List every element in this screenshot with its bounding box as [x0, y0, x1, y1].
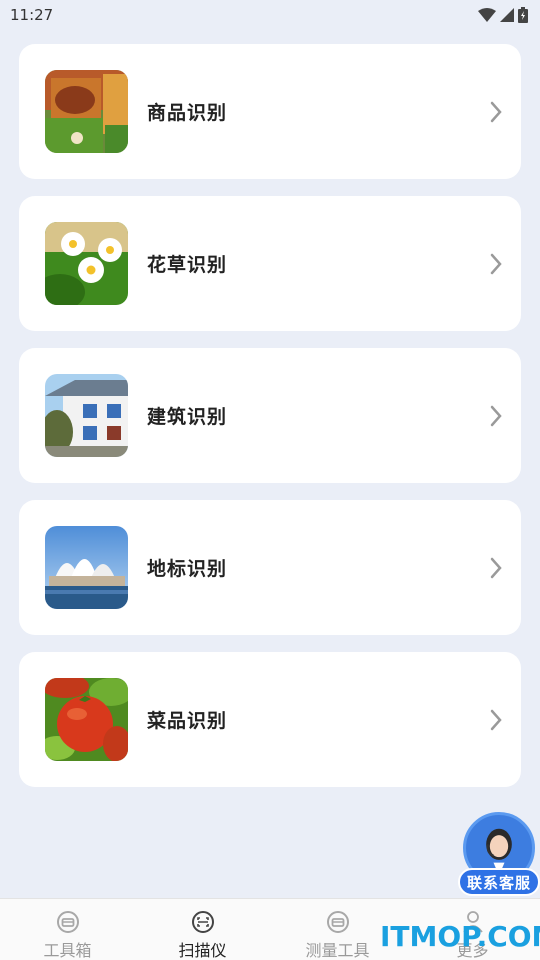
flower-photo-icon — [45, 222, 128, 305]
signal-icon — [500, 8, 514, 22]
toolbox-icon — [56, 911, 79, 933]
customer-service-label: 联系客服 — [458, 868, 540, 896]
tab-scanner[interactable]: 扫描仪 — [135, 899, 270, 960]
chevron-right-icon — [490, 709, 502, 731]
chevron-right-icon — [490, 253, 502, 275]
card-landmark-recognition[interactable]: 地标识别 — [19, 500, 521, 635]
product-photo-icon — [45, 70, 128, 153]
card-label: 菜品识别 — [147, 710, 228, 732]
watermark: ITMOP.COM — [380, 920, 540, 953]
card-dish-recognition[interactable]: 菜品识别 — [19, 652, 521, 787]
tab-label: 扫描仪 — [178, 941, 227, 960]
customer-service-button[interactable]: 联系客服 — [458, 812, 540, 898]
measure-icon — [326, 911, 349, 933]
tab-toolbox[interactable]: 工具箱 — [0, 899, 135, 960]
status-bar: 11:27 — [0, 0, 540, 30]
building-photo-icon — [45, 374, 128, 457]
card-flower-recognition[interactable]: 花草识别 — [19, 196, 521, 331]
card-label: 花草识别 — [147, 254, 228, 276]
status-icons — [478, 7, 528, 23]
battery-icon — [518, 7, 528, 23]
tab-label: 测量工具 — [305, 941, 370, 960]
card-label: 商品识别 — [147, 102, 228, 124]
card-label: 地标识别 — [147, 558, 228, 580]
status-time: 11:27 — [10, 6, 54, 24]
wifi-icon — [478, 8, 496, 22]
card-label: 建筑识别 — [147, 406, 228, 428]
chevron-right-icon — [490, 101, 502, 123]
card-product-recognition[interactable]: 商品识别 — [19, 44, 521, 179]
chevron-right-icon — [490, 405, 502, 427]
scan-icon — [191, 911, 214, 933]
card-building-recognition[interactable]: 建筑识别 — [19, 348, 521, 483]
dish-photo-icon — [45, 678, 128, 761]
recognition-list: 商品识别 花草识别 建筑识别 地标识别 菜品识别 — [19, 44, 521, 804]
chevron-right-icon — [490, 557, 502, 579]
landmark-photo-icon — [45, 526, 128, 609]
tab-label: 工具箱 — [43, 941, 92, 960]
